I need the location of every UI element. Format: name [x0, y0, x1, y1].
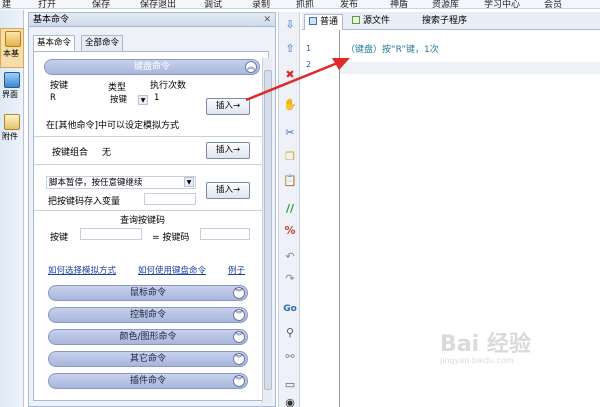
replace-icon[interactable]: ⚯	[283, 350, 297, 364]
exec-count-input[interactable]: 1	[152, 92, 198, 104]
query-title: 查询按键码	[120, 216, 166, 226]
menu-item-new[interactable]: 建	[2, 0, 11, 8]
arrow-up-icon[interactable]: ⇧	[283, 42, 297, 56]
menu-item-open[interactable]: 打开	[38, 0, 56, 8]
panel-scrollbar[interactable]	[262, 58, 272, 403]
label-exec-count: 执行次数	[150, 81, 187, 91]
link-keyboard-help[interactable]: 如何使用键盘命令	[138, 264, 206, 276]
panel-title: 基本命令 ✕	[29, 13, 275, 27]
tool-column: ⇩ ⇧ ✖ ✋ ✂ ❐ 📋 // % ↶ ↷ Go ⚲ ⚯ ▭ ◉	[278, 12, 300, 407]
menu-item-save[interactable]: 保存	[92, 0, 110, 8]
arrow-down-icon[interactable]: ⇩	[283, 18, 297, 32]
mouse-section-header[interactable]: 鼠标命令 ︾	[48, 285, 248, 301]
other-section-header[interactable]: 其它命令 ︾	[48, 351, 248, 367]
label-keycode: = 按键码	[152, 233, 190, 243]
chevron-down-icon[interactable]: ▼	[138, 95, 148, 105]
scroll-thumb[interactable]	[264, 70, 272, 390]
menu-item-member[interactable]: 会员	[544, 0, 562, 8]
menu-item-grab[interactable]: 抓抓	[296, 0, 314, 8]
control-section-header[interactable]: 控制命令 ︾	[48, 307, 248, 323]
line-gutter: 1 2	[302, 30, 340, 407]
keycode-output	[200, 228, 250, 240]
keyboard-section-header[interactable]: 键盘命令 ︽	[44, 59, 260, 75]
color-image-section-header[interactable]: 颜色/图形命令 ︾	[48, 329, 248, 345]
strip-attachment[interactable]: 附件	[0, 112, 24, 152]
insert-key-button[interactable]: 插入→	[206, 98, 250, 115]
chevron-down-icon[interactable]: ︾	[233, 309, 245, 321]
label-query-key: 按键	[50, 233, 69, 243]
watermark: Bai 经验 jingyan.baidu.com	[440, 332, 531, 365]
key-input[interactable]: R	[48, 92, 102, 104]
left-strip: 本基 界面 附件	[0, 10, 24, 407]
chevron-down-icon[interactable]: ︾	[233, 375, 245, 387]
label-save-keycode: 把按键码存入变量	[48, 197, 121, 207]
close-icon[interactable]: ✕	[263, 13, 271, 27]
menu-bar: 建 打开 保存 保存退出 调试 录制 抓抓 发布 神盾 资源库 学习中心 会员	[0, 0, 600, 9]
delete-icon[interactable]: ✖	[283, 68, 297, 82]
divider	[34, 164, 270, 165]
strip-interface[interactable]: 界面	[0, 70, 24, 110]
hand-icon[interactable]: ✋	[283, 98, 297, 112]
editor-tabs: 普通 源文件 搜索子程序	[302, 12, 600, 30]
label-key: 按键	[50, 81, 69, 91]
uncomment-icon[interactable]: %	[283, 224, 297, 238]
tab-source[interactable]: 源文件	[348, 14, 394, 30]
window-icon[interactable]: ▭	[283, 378, 297, 392]
divider	[34, 136, 270, 137]
panel-content: 键盘命令 ︽ 按键 类型 执行次数 R 按键 ▼ 1 插入→ 在[其他命令]中可…	[33, 51, 270, 401]
interface-icon	[4, 72, 20, 88]
menu-item-record[interactable]: 录制	[252, 0, 270, 8]
label-type: 类型	[108, 83, 127, 93]
copy-icon[interactable]: ❐	[283, 150, 297, 164]
menu-item-save-exit[interactable]: 保存退出	[140, 0, 176, 8]
chevron-down-icon[interactable]: ︾	[233, 287, 245, 299]
keycode-variable-input[interactable]	[144, 193, 196, 205]
strip-attachment-label: 附件	[2, 132, 18, 141]
link-simulation-mode[interactable]: 如何选择模拟方式	[48, 264, 116, 276]
pause-mode-select[interactable]: 脚本暂停，按任意键继续	[46, 176, 196, 189]
tab-search-subroutine[interactable]: 搜索子程序	[418, 14, 471, 30]
source-file-icon	[352, 16, 360, 24]
chevron-down-icon[interactable]: ▼	[184, 177, 194, 187]
plugin-section-header[interactable]: 插件命令 ︾	[48, 373, 248, 389]
insert-combo-button[interactable]: 插入→	[206, 142, 250, 159]
goto-icon[interactable]: Go	[283, 302, 297, 316]
basic-icon	[5, 31, 21, 47]
strip-basic-label: 本基	[3, 49, 19, 58]
comment-icon[interactable]: //	[283, 202, 297, 216]
chevron-up-icon[interactable]: ︽	[245, 61, 257, 73]
strip-basic[interactable]: 本基	[0, 28, 24, 68]
menu-item-learning[interactable]: 学习中心	[484, 0, 520, 8]
chevron-down-icon[interactable]: ︾	[233, 353, 245, 365]
paste-icon[interactable]: 📋	[283, 174, 297, 188]
cut-icon[interactable]: ✂	[283, 126, 297, 140]
tab-normal[interactable]: 普通	[304, 14, 344, 30]
menu-item-resources[interactable]: 资源库	[432, 0, 459, 8]
query-key-input[interactable]	[80, 228, 142, 240]
redo-icon[interactable]: ↷	[283, 272, 297, 286]
key-combo-value[interactable]: 无	[102, 145, 111, 158]
undo-icon[interactable]: ↶	[283, 250, 297, 264]
normal-view-icon	[309, 17, 317, 25]
insert-pause-button[interactable]: 插入→	[206, 182, 250, 199]
view-icon[interactable]: ◉	[283, 396, 297, 407]
code-line[interactable]: （键盘）按“R”键，1次	[346, 42, 439, 55]
current-line-highlight	[340, 62, 600, 74]
menu-item-debug[interactable]: 调试	[204, 0, 222, 8]
simulation-note: 在[其他命令]中可以设定模拟方式	[46, 121, 180, 131]
line-number: 1	[306, 44, 312, 53]
line-number: 2	[306, 60, 312, 69]
find-icon[interactable]: ⚲	[283, 326, 297, 340]
divider	[34, 210, 270, 211]
label-key-combo: 按键组合	[52, 148, 89, 158]
tab-all-commands[interactable]: 全部命令	[81, 35, 124, 51]
attachment-icon	[4, 114, 20, 130]
chevron-down-icon[interactable]: ︾	[233, 331, 245, 343]
link-example[interactable]: 例子	[228, 264, 245, 276]
menu-item-shield[interactable]: 神盾	[390, 0, 408, 8]
menu-item-publish[interactable]: 发布	[340, 0, 358, 8]
strip-interface-label: 界面	[2, 90, 18, 99]
tab-basic-commands[interactable]: 基本命令	[33, 35, 76, 52]
command-panel: 基本命令 ✕ 基本命令 全部命令 键盘命令 ︽ 按键 类型 执行次数 R 按键 …	[28, 12, 276, 407]
